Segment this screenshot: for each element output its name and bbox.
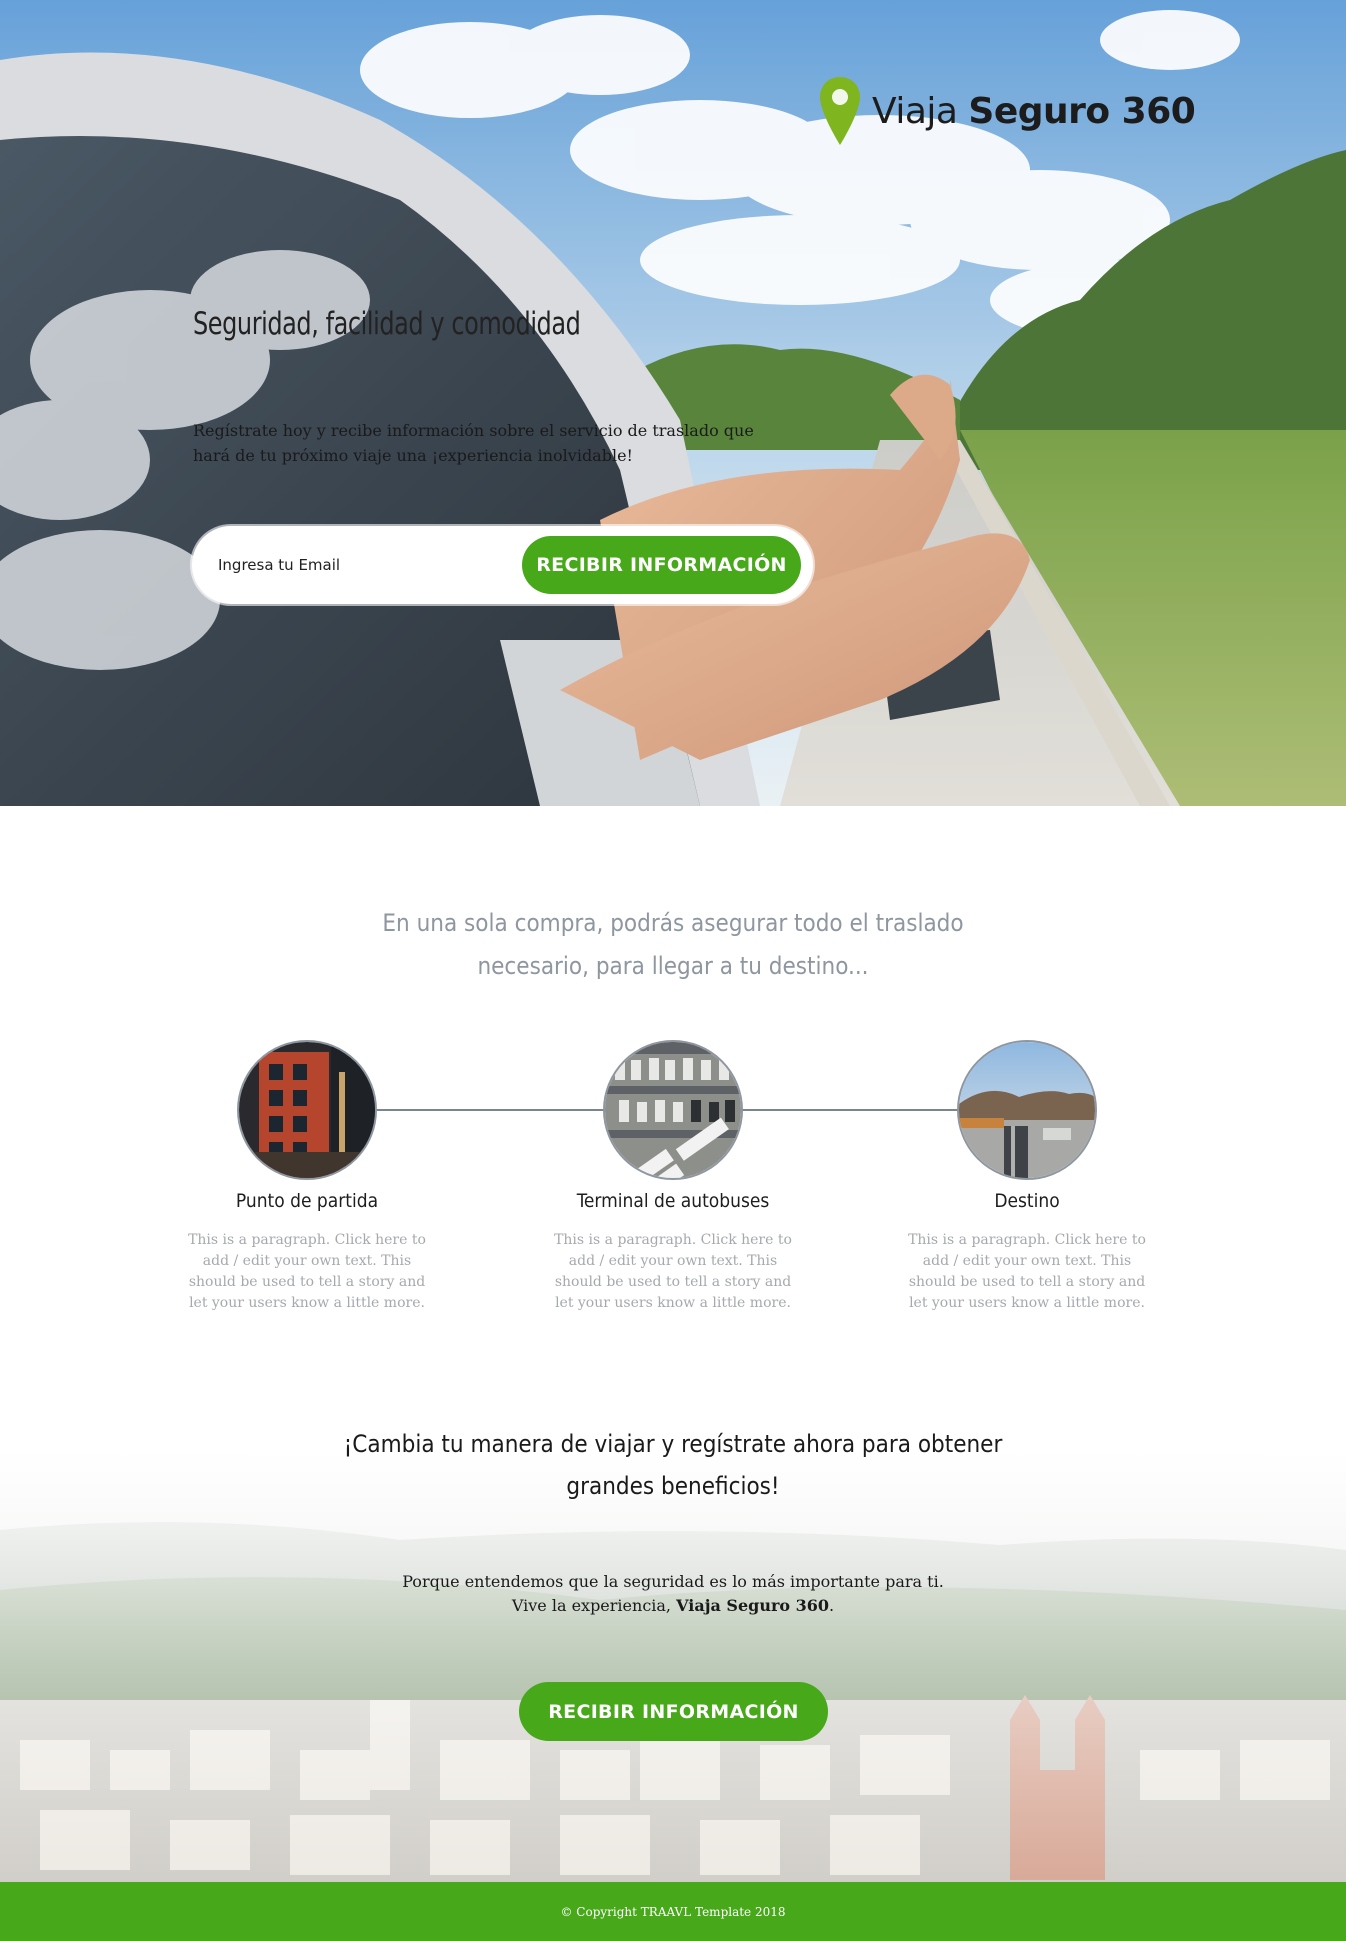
cta-line-2-prefix: Vive la experiencia, [511,1596,677,1615]
step-title: Terminal de autobuses [576,1190,770,1212]
step-title: Punto de partida [235,1190,379,1212]
step-departure: Punto de partida This is a paragraph. Cl… [167,1040,447,1314]
step-description: This is a paragraph. Click here to add /… [554,1232,792,1311]
building-photo [237,1040,377,1180]
step-bus-terminal: Terminal de autobuses This is a paragrap… [533,1040,813,1314]
cta-title: ¡Cambia tu manera de viajar y regístrate… [343,1430,1003,1500]
receive-info-button[interactable]: RECIBIR INFORMACIÓN [522,536,801,594]
email-input[interactable] [206,540,506,590]
brand-logo[interactable]: Viaja Seguro 360 [818,74,1196,148]
map-pin-icon [820,77,860,145]
cta-receive-info-button[interactable]: RECIBIR INFORMACIÓN [519,1682,828,1741]
city-background-photo [0,1450,1346,1882]
footer: © Copyright TRAAVL Template 2018 [0,1882,1346,1941]
hero-subtitle: Regístrate hoy y recibe información sobr… [193,421,754,465]
cta-text: Porque entendemos que la seguridad es lo… [373,1570,973,1618]
cta-line-1: Porque entendemos que la seguridad es lo… [402,1572,944,1591]
step-title: Destino [994,1190,1060,1212]
cta-brand-name: Viaja Seguro 360 [676,1596,830,1615]
destination-photo [957,1040,1097,1180]
hero-title: Seguridad, facilidad y comodidad [193,306,581,342]
email-signup-form: RECIBIR INFORMACIÓN [192,526,813,604]
step-description: This is a paragraph. Click here to add /… [908,1232,1146,1311]
copyright-text: © Copyright TRAAVL Template 2018 [560,1904,786,1919]
step-destination: Destino This is a paragraph. Click here … [887,1040,1167,1314]
cta-line-2-suffix: . [829,1596,835,1615]
brand-name: Viaja Seguro 360 [872,90,1196,132]
bus-terminal-photo [603,1040,743,1180]
hero-section: Viaja Seguro 360 Seguridad, facilidad y … [0,0,1346,806]
step-description: This is a paragraph. Click here to add /… [188,1232,426,1311]
intro-text: En una sola compra, podrás asegurar todo… [382,909,964,980]
